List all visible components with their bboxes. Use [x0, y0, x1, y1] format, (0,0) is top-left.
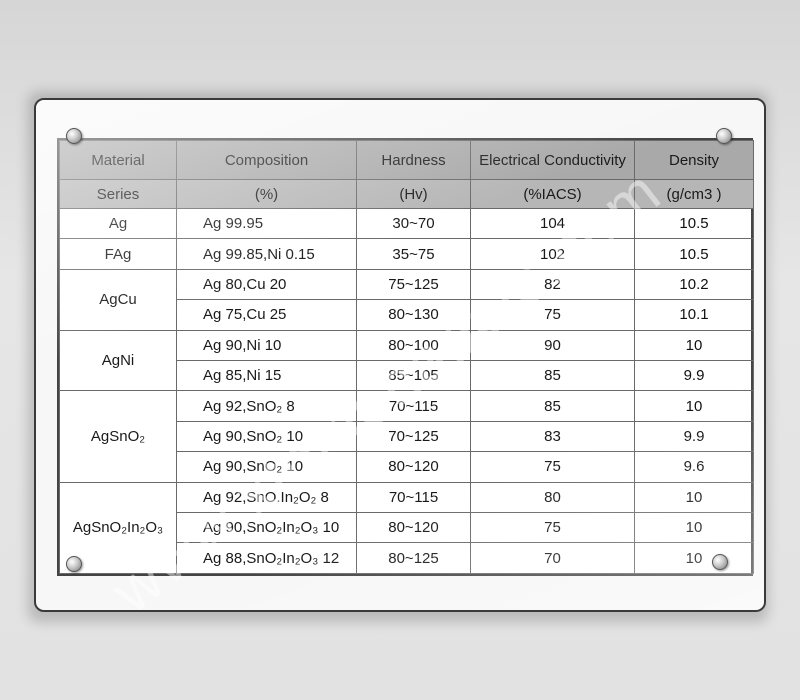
- table-row: Ag Ag 99.95 30~70 104 10.5: [59, 207, 754, 240]
- standoff-screw-icon: [716, 128, 732, 144]
- header-conductivity-unit: (%IACS): [470, 179, 635, 209]
- hardness-cell: 80~120: [356, 451, 471, 483]
- conductivity-cell: 75: [470, 299, 635, 331]
- density-cell: 10.5: [634, 207, 754, 240]
- hardness-cell: 80~125: [356, 542, 471, 574]
- hardness-cell: 70~115: [356, 390, 471, 422]
- conductivity-cell: 75: [470, 451, 635, 483]
- composition-cell: Ag 99.85,Ni 0.15: [176, 238, 357, 270]
- series-cell: AgCu: [59, 268, 177, 331]
- table-row: AgNi Ag 90,Ni 10 80~100 90 10: [59, 329, 754, 392]
- header-composition-unit: (%): [176, 179, 357, 209]
- density-cell: 9.6: [634, 451, 754, 483]
- header-hardness: Hardness: [356, 140, 471, 180]
- standoff-screw-icon: [66, 556, 82, 572]
- density-cell: 9.9: [634, 420, 754, 453]
- hardness-cell: 80~130: [356, 299, 471, 331]
- conductivity-cell: 90: [470, 329, 635, 362]
- hardness-cell: 70~125: [356, 420, 471, 453]
- composition-cell: Ag 92,SnO.In₂O₂ 8: [176, 481, 357, 514]
- table-row: AgSnO₂ Ag 92,SnO₂ 8 70~115 85 10: [59, 390, 754, 483]
- header-density-unit: (g/cm3 ): [634, 179, 754, 209]
- composition-cell: Ag 88,SnO₂In₂O₃ 12: [176, 542, 357, 574]
- composition-cell: Ag 85,Ni 15: [176, 360, 357, 392]
- density-cell: 10: [634, 390, 754, 422]
- density-cell: 10.2: [634, 268, 754, 301]
- standoff-screw-icon: [66, 128, 82, 144]
- hardness-cell: 75~125: [356, 268, 471, 301]
- series-cell: AgNi: [59, 329, 177, 392]
- properties-table: Material Composition Hardness Electrical…: [59, 140, 754, 575]
- header-series: Series: [59, 179, 177, 209]
- composition-cell: Ag 92,SnO₂ 8: [176, 390, 357, 422]
- conductivity-cell: 82: [470, 268, 635, 301]
- series-cell: FAg: [59, 238, 177, 270]
- header-density: Density: [634, 140, 754, 180]
- density-cell: 10.1: [634, 299, 754, 331]
- density-cell: 10: [634, 512, 754, 544]
- hardness-cell: 30~70: [356, 207, 471, 240]
- header-composition: Composition: [176, 140, 357, 180]
- conductivity-cell: 104: [470, 207, 635, 240]
- composition-cell: Ag 90,SnO₂ 10: [176, 420, 357, 453]
- series-cell: Ag: [59, 207, 177, 240]
- conductivity-cell: 70: [470, 542, 635, 574]
- properties-table-container: Material Composition Hardness Electrical…: [57, 138, 754, 576]
- header-hardness-unit: (Hv): [356, 179, 471, 209]
- hardness-cell: 85~105: [356, 360, 471, 392]
- hardness-cell: 35~75: [356, 238, 471, 270]
- hardness-cell: 80~100: [356, 329, 471, 362]
- conductivity-cell: 83: [470, 420, 635, 453]
- composition-cell: Ag 80,Cu 20: [176, 268, 357, 301]
- conductivity-cell: 102: [470, 238, 635, 270]
- conductivity-cell: 80: [470, 481, 635, 514]
- header-material: Material: [59, 140, 177, 180]
- conductivity-cell: 85: [470, 360, 635, 392]
- composition-cell: Ag 75,Cu 25: [176, 299, 357, 331]
- series-cell: AgSnO₂: [59, 390, 177, 483]
- composition-cell: Ag 99.95: [176, 207, 357, 240]
- composition-cell: Ag 90,SnO₂ 10: [176, 451, 357, 483]
- hardness-cell: 80~120: [356, 512, 471, 544]
- density-cell: 10: [634, 542, 754, 574]
- density-cell: 10.5: [634, 238, 754, 270]
- conductivity-cell: 75: [470, 512, 635, 544]
- density-cell: 10: [634, 329, 754, 362]
- header-row-units: Series (%) (Hv) (%IACS) (g/cm3 ): [59, 179, 754, 209]
- hardness-cell: 70~115: [356, 481, 471, 514]
- header-row-titles: Material Composition Hardness Electrical…: [59, 140, 754, 180]
- density-cell: 10: [634, 481, 754, 514]
- table-row: AgSnO₂In₂O₃ Ag 92,SnO.In₂O₂ 8 70~115 80 …: [59, 481, 754, 575]
- header-conductivity: Electrical Conductivity: [470, 140, 635, 180]
- table-row: FAg Ag 99.85,Ni 0.15 35~75 102 10.5: [59, 238, 754, 270]
- composition-cell: Ag 90,Ni 10: [176, 329, 357, 362]
- table-row: AgCu Ag 80,Cu 20 75~125 82 10.2: [59, 268, 754, 331]
- conductivity-cell: 85: [470, 390, 635, 422]
- density-cell: 9.9: [634, 360, 754, 392]
- standoff-screw-icon: [712, 554, 728, 570]
- composition-cell: Ag 90,SnO₂In₂O₃ 10: [176, 512, 357, 544]
